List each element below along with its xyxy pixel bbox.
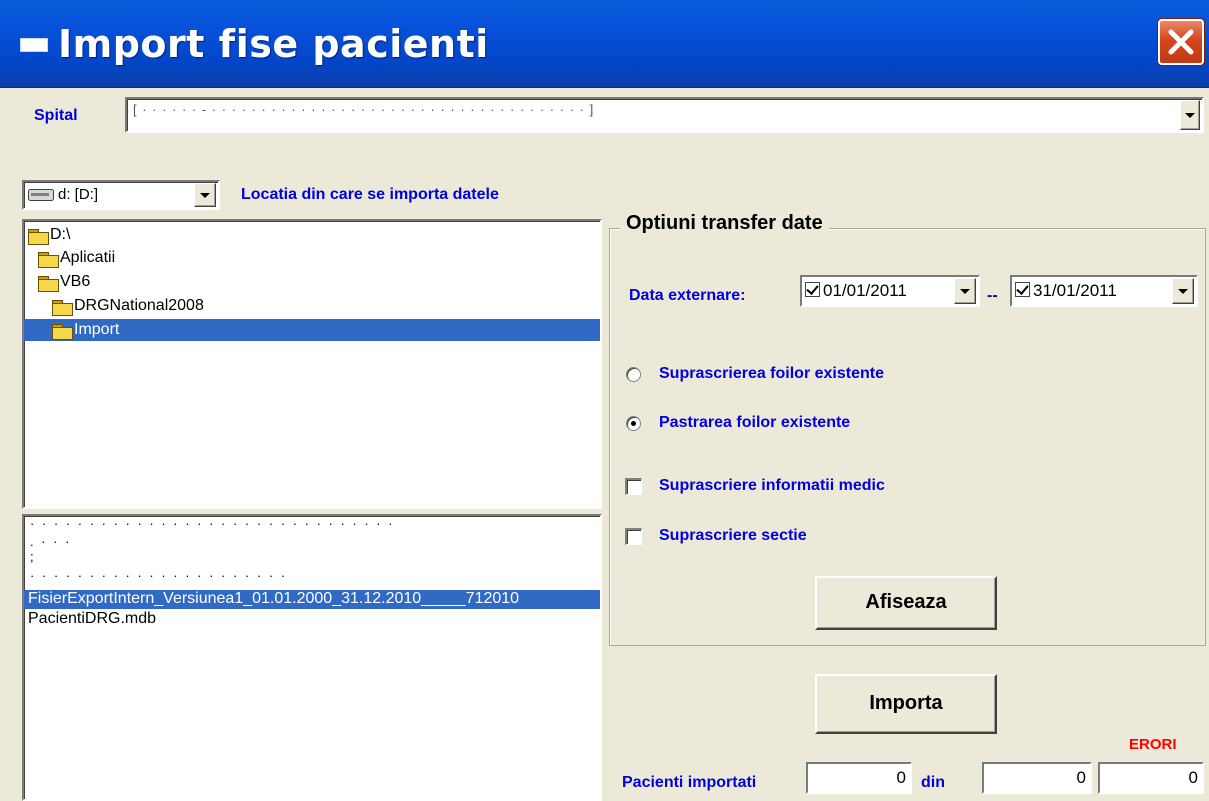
options-group-title: Optiuni transfer date xyxy=(620,212,829,235)
dir-item-drgnational2008[interactable]: DRGNational2008 xyxy=(52,295,204,317)
date-to-dropdown-button[interactable] xyxy=(1172,278,1194,304)
dir-item-aplicatii[interactable]: Aplicatii xyxy=(38,247,115,269)
radio-keep-label[interactable]: Pastrarea foilor existente xyxy=(659,414,850,432)
date-from-checkbox[interactable] xyxy=(805,282,820,297)
date-to-picker[interactable]: 31/01/2011 xyxy=(1010,275,1198,307)
spital-label: Spital xyxy=(34,107,78,124)
folder-open-icon xyxy=(52,299,73,316)
radio-overwrite-label[interactable]: Suprascrierea foilor existente xyxy=(659,365,884,383)
file-item-obscured: . · · · xyxy=(30,534,72,549)
spital-dropdown-button[interactable] xyxy=(1180,100,1200,130)
show-button[interactable]: Afiseaza xyxy=(815,576,997,630)
window-icon xyxy=(20,38,48,52)
errors-label: ERORI xyxy=(1129,736,1177,753)
file-list[interactable]: · · · · · · · · · · · · · · · · · · · · … xyxy=(22,514,602,801)
dir-item-import[interactable]: Import xyxy=(24,319,600,341)
file-item-obscured: · · · · · · · · · · · · · · · · · · · · … xyxy=(30,516,395,531)
directory-list[interactable]: D:\ Aplicatii VB6 DRGNational2008 Import xyxy=(22,219,602,509)
file-item-selected[interactable]: FisierExportIntern_Versiunea1_01.01.2000… xyxy=(24,590,600,609)
folder-open-icon xyxy=(28,228,49,245)
dir-item-vb6[interactable]: VB6 xyxy=(38,271,90,293)
date-label: Data externare: xyxy=(629,287,746,304)
drive-icon xyxy=(28,189,54,201)
drive-value: d: [D:] xyxy=(58,186,99,203)
checkbox-overwrite-sectie-label[interactable]: Suprascriere sectie xyxy=(659,527,807,545)
drive-combo[interactable]: d: [D:] xyxy=(22,180,220,210)
spital-combo[interactable]: [ · · · · · · - · · · · · · · · · · · · … xyxy=(125,97,1204,133)
patients-imported-label: Pacienti importati xyxy=(622,774,757,791)
title-bar: Import fise pacienti xyxy=(0,0,1209,88)
date-to-checkbox[interactable] xyxy=(1015,282,1030,297)
checkbox-overwrite-medic[interactable] xyxy=(625,478,642,495)
imported-count: 0 xyxy=(806,762,912,794)
date-from-value: 01/01/2011 xyxy=(823,281,907,300)
location-label: Locatia din care se importa datele xyxy=(241,186,499,203)
file-item-obscured: ; xyxy=(30,549,36,564)
checkbox-overwrite-sectie[interactable] xyxy=(625,528,642,545)
of-label: din xyxy=(921,774,945,791)
date-to-value: 31/01/2011 xyxy=(1033,281,1117,300)
checkbox-overwrite-medic-label[interactable]: Suprascriere informatii medic xyxy=(659,477,885,495)
radio-overwrite[interactable] xyxy=(626,367,641,382)
spital-value-obscured: [ · · · · · · - · · · · · · · · · · · · … xyxy=(133,102,595,117)
date-from-picker[interactable]: 01/01/2011 xyxy=(800,275,980,307)
dir-item-root[interactable]: D:\ xyxy=(28,224,70,246)
date-from-dropdown-button[interactable] xyxy=(954,278,976,304)
file-item-obscured: · · · · · · · · · · · · · · · · · · · · … xyxy=(30,568,288,583)
date-separator: -- xyxy=(987,287,998,304)
import-button[interactable]: Importa xyxy=(815,674,997,734)
close-button[interactable] xyxy=(1158,19,1204,65)
radio-keep[interactable] xyxy=(626,416,641,431)
folder-open-icon xyxy=(38,251,59,268)
window-title: Import fise pacienti xyxy=(58,22,489,66)
close-icon xyxy=(1168,29,1194,55)
total-count: 0 xyxy=(982,762,1092,794)
file-item-pacientidrg[interactable]: PacientiDRG.mdb xyxy=(24,610,156,629)
drive-dropdown-button[interactable] xyxy=(194,183,216,207)
errors-count: 0 xyxy=(1098,762,1204,794)
folder-open-icon xyxy=(52,323,73,340)
folder-open-icon xyxy=(38,275,59,292)
